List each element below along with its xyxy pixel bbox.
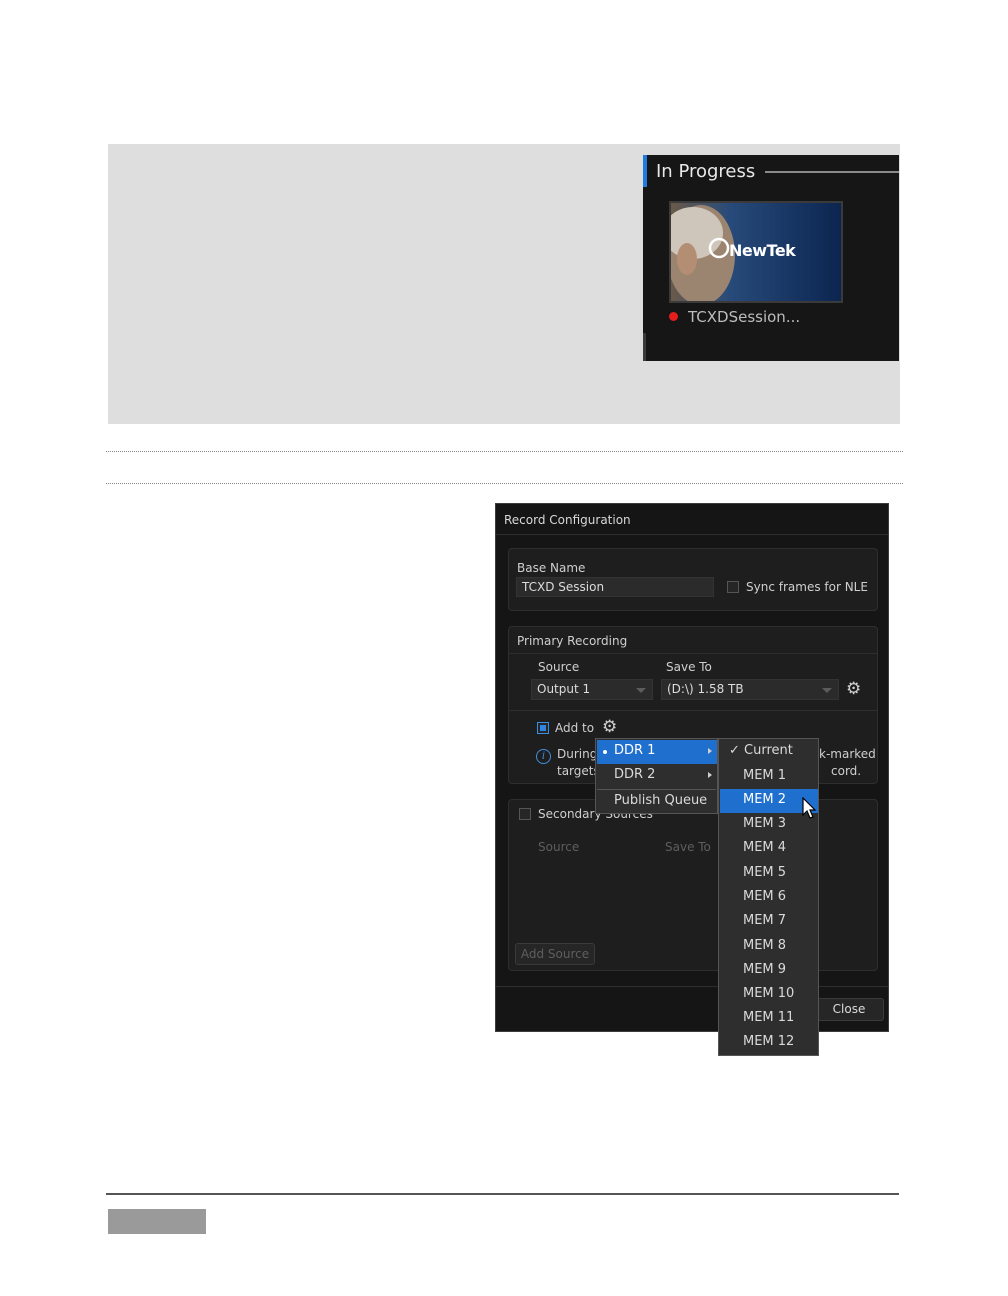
info-text-end-2: cord.	[831, 764, 862, 778]
title-separator	[496, 534, 888, 535]
menu-item-ddr2[interactable]: DDR 2	[597, 764, 717, 788]
info-icon: i	[536, 749, 551, 764]
menu-item-mem6[interactable]: MEM 6	[720, 886, 818, 910]
menu-item-mem9[interactable]: MEM 9	[720, 959, 818, 983]
group-divider	[509, 653, 877, 654]
in-progress-panel: In Progress NewTek TCXDSession...	[643, 155, 899, 361]
info-text-start-2: targets	[557, 764, 600, 778]
menu-item-mem12[interactable]: MEM 12	[720, 1031, 818, 1055]
menu-item-mem4[interactable]: MEM 4	[720, 837, 818, 861]
recording-indicator	[669, 312, 678, 321]
sync-frames-checkbox[interactable]	[727, 581, 739, 593]
footer-divider	[496, 986, 888, 987]
info-text-start: During	[557, 747, 598, 761]
close-button[interactable]: Close	[814, 998, 884, 1021]
menu-item-mem1[interactable]: MEM 1	[720, 765, 818, 789]
add-to-checkbox[interactable]	[537, 722, 549, 734]
section-rule-top	[106, 451, 903, 452]
primary-recording-label: Primary Recording	[517, 634, 628, 648]
save-to-value: (D:\) 1.58 TB	[667, 682, 744, 696]
clip-name: TCXDSession...	[688, 308, 801, 326]
in-progress-title: In Progress	[656, 161, 756, 182]
clip-thumbnail[interactable]: NewTek	[669, 201, 843, 303]
base-name-label: Base Name	[517, 561, 586, 575]
save-to-label: Save To	[666, 660, 712, 674]
secondary-save-to-label: Save To	[665, 840, 711, 854]
menu-item-publish-queue[interactable]: Publish Queue	[597, 790, 717, 813]
gear-icon[interactable]: ⚙	[602, 719, 617, 736]
footer-rule	[106, 1193, 899, 1195]
menu-item-mem5[interactable]: MEM 5	[720, 862, 818, 886]
source-label: Source	[538, 660, 580, 674]
menu-item-current[interactable]: ✓ Current	[720, 740, 818, 764]
secondary-sources-checkbox[interactable]	[519, 808, 531, 820]
menu-item-mem10[interactable]: MEM 10	[720, 983, 818, 1007]
mouse-pointer-icon	[802, 797, 817, 819]
panel-accent-bar	[643, 155, 647, 187]
selected-bullet-icon	[603, 750, 607, 754]
menu-item-mem8[interactable]: MEM 8	[720, 935, 818, 959]
gear-icon[interactable]: ⚙	[846, 681, 861, 698]
save-to-select[interactable]: (D:\) 1.58 TB	[661, 679, 839, 700]
chevron-down-icon	[822, 688, 832, 693]
menu-item-ddr1[interactable]: DDR 1	[597, 740, 717, 764]
add-to-target-menu: DDR 1 DDR 2 Publish Queue	[595, 738, 718, 814]
info-text-end: k-marked	[819, 747, 876, 761]
chevron-right-icon	[708, 748, 712, 754]
ddr1-submenu: ✓ Current MEM 1 MEM 2 MEM 3 MEM 4 MEM 5 …	[718, 738, 819, 1056]
sync-frames-label: Sync frames for NLE	[746, 580, 868, 594]
group-divider	[509, 710, 877, 711]
base-name-group: Base Name TCXD Session Sync frames for N…	[508, 548, 878, 611]
add-source-button[interactable]: Add Source	[515, 943, 595, 965]
chevron-down-icon	[636, 688, 646, 693]
page-number-tab	[108, 1209, 206, 1234]
add-to-label: Add to	[555, 721, 595, 735]
base-name-input[interactable]: TCXD Session	[516, 577, 714, 597]
menu-item-mem11[interactable]: MEM 11	[720, 1007, 818, 1031]
chevron-right-icon	[708, 772, 712, 778]
checkmark-icon: ✓	[729, 743, 740, 758]
newtek-logo: NewTek	[729, 241, 796, 260]
dialog-title: Record Configuration	[504, 513, 631, 527]
source-value: Output 1	[537, 682, 591, 696]
title-divider	[765, 171, 899, 173]
section-rule-bottom	[106, 483, 903, 484]
source-select[interactable]: Output 1	[531, 679, 653, 700]
menu-item-mem7[interactable]: MEM 7	[720, 910, 818, 934]
secondary-source-label: Source	[538, 840, 580, 854]
panel-edge	[643, 333, 646, 361]
secondary-sources-group: Secondary Sources Source Save To Add Sou…	[508, 799, 878, 971]
